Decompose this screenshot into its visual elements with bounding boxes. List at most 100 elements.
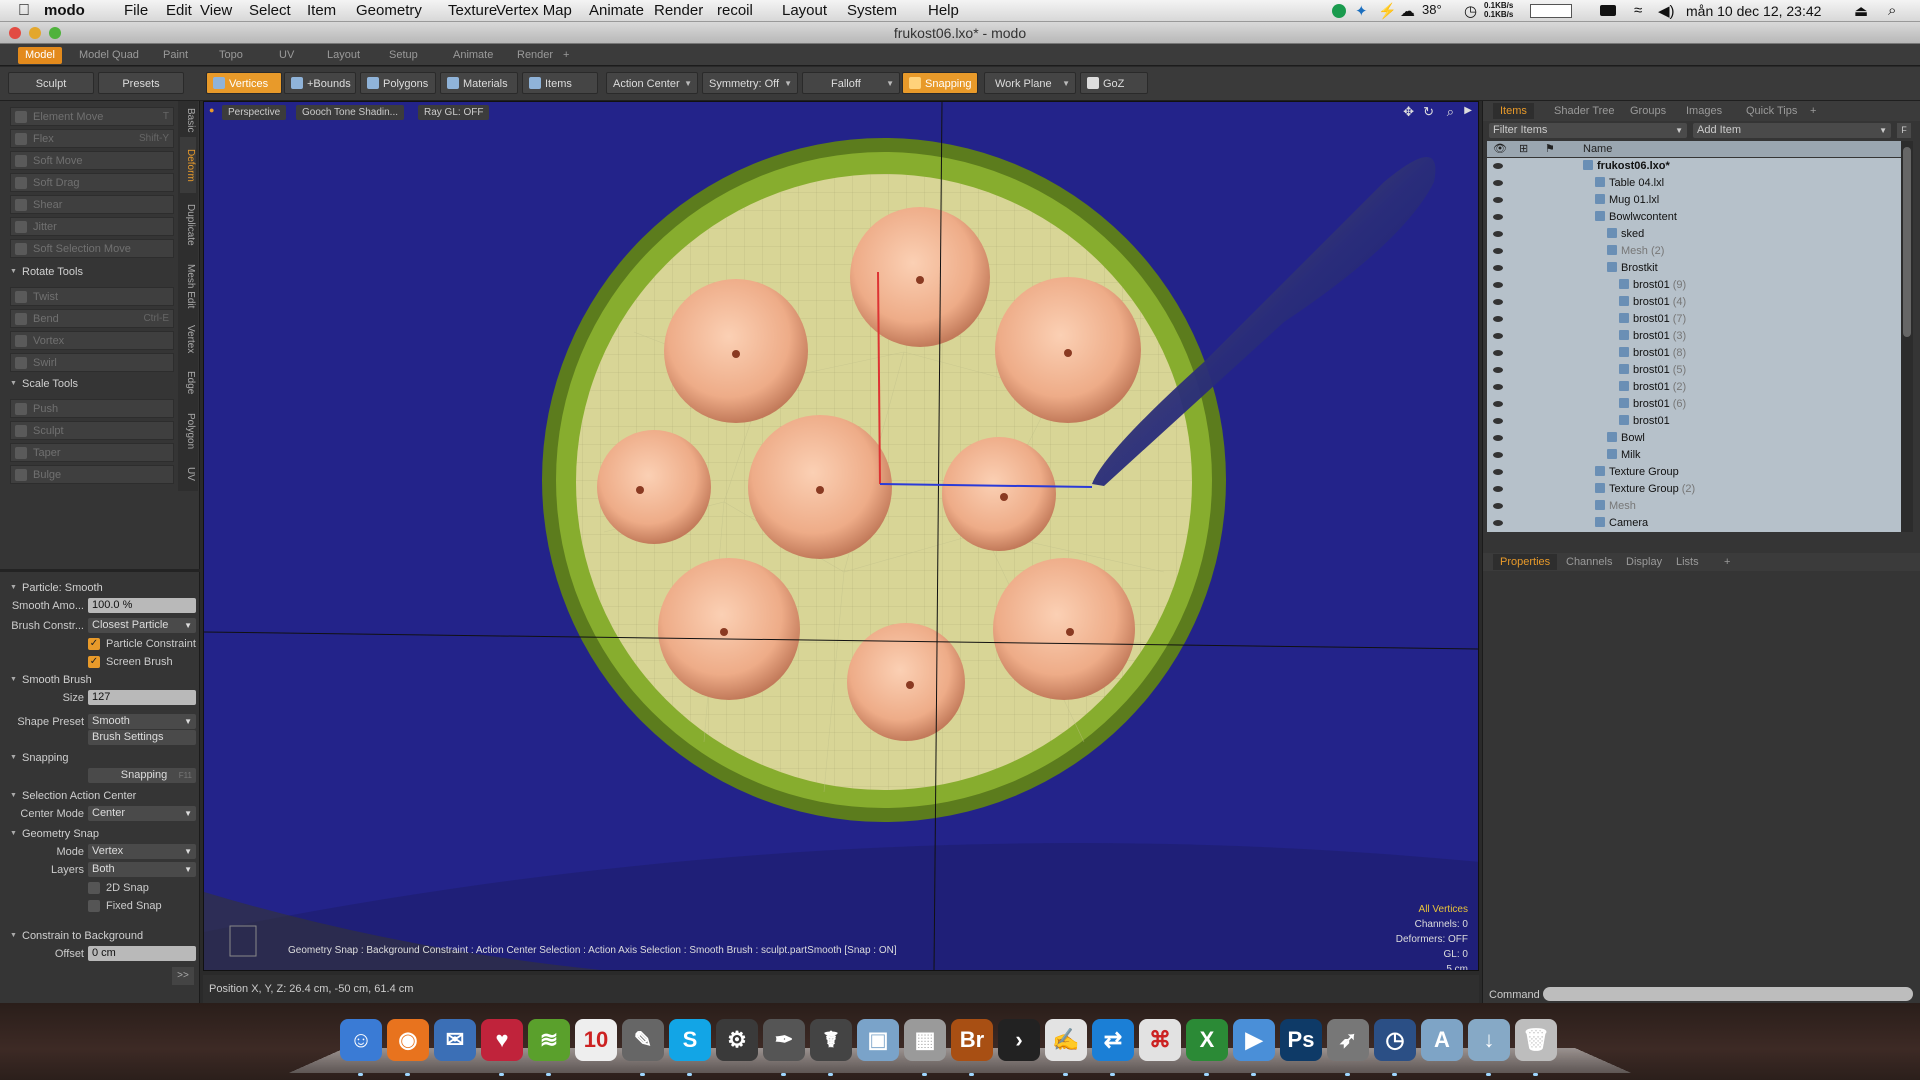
wifi-icon[interactable]: ≈ <box>1634 2 1642 19</box>
apple-menu-icon[interactable]:  <box>18 2 30 20</box>
tree-item[interactable]: Milk <box>1487 447 1901 464</box>
scene-canvas[interactable] <box>204 102 1479 971</box>
tool-twist[interactable]: Twist <box>10 287 174 306</box>
visibility-icon[interactable] <box>1493 282 1503 288</box>
tab-quick-tips[interactable]: Quick Tips <box>1739 103 1804 119</box>
tree-item[interactable]: sked <box>1487 226 1901 243</box>
excel-icon[interactable]: X <box>1186 1019 1228 1061</box>
visibility-icon[interactable] <box>1493 469 1503 475</box>
tree-item[interactable]: brost01 (9) <box>1487 277 1901 294</box>
calendar-icon[interactable]: 10 <box>575 1019 617 1061</box>
scale-tools-header[interactable]: Scale Tools <box>8 375 194 393</box>
materials-button[interactable]: Materials <box>440 72 518 94</box>
vertices-button[interactable]: Vertices <box>206 72 282 94</box>
layers-dropdown[interactable]: Both ▼ <box>88 862 196 877</box>
tree-item[interactable]: Bowl <box>1487 430 1901 447</box>
visibility-icon[interactable] <box>1493 316 1503 322</box>
thunderbird-icon[interactable]: ✉ <box>434 1019 476 1061</box>
menu-texture[interactable]: Texture <box>448 2 497 19</box>
work-plane-dropdown[interactable]: Work Plane ▼ <box>984 72 1076 94</box>
photoshop-icon[interactable]: Ps <box>1280 1019 1322 1061</box>
notes-icon[interactable]: ✍ <box>1045 1019 1087 1061</box>
bridge-icon[interactable]: Br <box>951 1019 993 1061</box>
visibility-icon[interactable] <box>1493 248 1503 254</box>
tab-properties[interactable]: Properties <box>1493 554 1558 570</box>
layout-tab-layout[interactable]: Layout <box>320 47 367 64</box>
viewport-menu-icon[interactable]: ● <box>209 105 214 115</box>
layout-tab-model[interactable]: Model <box>18 47 62 64</box>
visibility-icon[interactable] <box>1493 452 1503 458</box>
menu-geometry[interactable]: Geometry <box>356 2 422 19</box>
tab-items[interactable]: Items <box>1493 103 1534 119</box>
tree-scrollbar[interactable] <box>1901 141 1913 532</box>
tree-item[interactable]: Mug 01.lxl <box>1487 192 1901 209</box>
action-center-dropdown[interactable]: Action Center ▼ <box>606 72 698 94</box>
tab-images[interactable]: Images <box>1679 103 1729 119</box>
modo-icon[interactable]: ✎ <box>622 1019 664 1061</box>
brush-constraint-dropdown[interactable]: Closest Particle ▼ <box>88 618 196 633</box>
tree-item[interactable]: brost01 (6) <box>1487 396 1901 413</box>
calculator-icon[interactable]: ▦ <box>904 1019 946 1061</box>
perspective-button[interactable]: Perspective <box>222 105 287 120</box>
tree-item[interactable]: brost01 (8) <box>1487 345 1901 362</box>
tree-item[interactable]: frukost06.lxo* <box>1487 158 1901 175</box>
tree-item[interactable]: brost01 (7) <box>1487 311 1901 328</box>
presets-button[interactable]: Presets <box>98 72 184 94</box>
sculpt-button[interactable]: Sculpt <box>8 72 94 94</box>
layout-tab-topo[interactable]: Topo <box>212 47 250 64</box>
particle-constraint-checkbox[interactable]: ✓ <box>88 638 100 650</box>
tool-soft-selection-move[interactable]: Soft Selection Move <box>10 239 174 258</box>
particle-smooth-header[interactable]: Particle: Smooth <box>8 579 194 597</box>
teamviewer-icon[interactable]: ⇄ <box>1092 1019 1134 1061</box>
launchpad-icon[interactable]: ➶ <box>1327 1019 1369 1061</box>
spotlight-icon[interactable]: ⌕ <box>1888 2 1896 19</box>
tab-groups[interactable]: Groups <box>1623 103 1673 119</box>
layout-tab-paint[interactable]: Paint <box>156 47 195 64</box>
menu-animate[interactable]: Animate <box>589 2 644 19</box>
tree-item[interactable]: brost01 (4) <box>1487 294 1901 311</box>
layout-tab-render[interactable]: Render <box>510 47 560 64</box>
visibility-icon[interactable] <box>1493 163 1503 169</box>
quicktime-icon[interactable]: ▶ <box>1233 1019 1275 1061</box>
tree-item[interactable]: Mesh <box>1487 498 1901 515</box>
applications-folder-icon[interactable]: A <box>1421 1019 1463 1061</box>
menu-system[interactable]: System <box>847 2 897 19</box>
visibility-icon[interactable] <box>1493 503 1503 509</box>
command-input[interactable] <box>1543 987 1913 1001</box>
tab-display[interactable]: Display <box>1619 554 1669 570</box>
layout-tab--[interactable]: + <box>556 47 576 64</box>
vtab-polygon[interactable]: Polygon <box>180 405 196 457</box>
visibility-icon[interactable] <box>1493 384 1503 390</box>
constrain-background-header[interactable]: Constrain to Background <box>8 927 194 945</box>
tree-item[interactable]: Mesh (2) <box>1487 243 1901 260</box>
name-column-header[interactable]: Name <box>1583 141 1612 157</box>
visibility-icon[interactable] <box>1493 435 1503 441</box>
tab-channels[interactable]: Channels <box>1559 554 1619 570</box>
visibility-column-icon[interactable]: 👁 <box>1493 141 1507 157</box>
tree-item[interactable]: brost01 (5) <box>1487 362 1901 379</box>
symmetry-dropdown[interactable]: Symmetry: Off ▼ <box>702 72 798 94</box>
tab-lists[interactable]: Lists <box>1669 554 1706 570</box>
offset-field[interactable]: 0 cm <box>88 946 196 961</box>
3d-viewport[interactable]: ● Perspective Gooch Tone Shadin... Ray G… <box>203 101 1479 971</box>
health-icon[interactable]: ♥ <box>481 1019 523 1061</box>
rotate-view-icon[interactable]: ↻ <box>1423 104 1434 120</box>
fixed-snap-checkbox[interactable] <box>88 900 100 912</box>
screen-brush-checkbox[interactable]: ✓ <box>88 656 100 668</box>
bounds-button[interactable]: +Bounds <box>284 72 356 94</box>
brush-settings-button[interactable]: Brush Settings <box>88 730 196 745</box>
shape-preset-dropdown[interactable]: Smooth ▼ <box>88 714 196 729</box>
menu-file[interactable]: File <box>124 2 148 19</box>
pan-icon[interactable]: ✥ <box>1403 104 1414 120</box>
visibility-icon[interactable] <box>1493 486 1503 492</box>
items-button[interactable]: Items <box>522 72 598 94</box>
menu-render[interactable]: Render <box>654 2 703 19</box>
menu-view[interactable]: View <box>200 2 232 19</box>
polygons-button[interactable]: Polygons <box>360 72 436 94</box>
app-menu[interactable]: modo <box>44 2 85 19</box>
zoom-window-icon[interactable] <box>49 27 61 39</box>
tree-item[interactable]: Texture Group <box>1487 464 1901 481</box>
tool-shear[interactable]: Shear <box>10 195 174 214</box>
menu-item[interactable]: Item <box>307 2 336 19</box>
tool-push[interactable]: Push <box>10 399 174 418</box>
